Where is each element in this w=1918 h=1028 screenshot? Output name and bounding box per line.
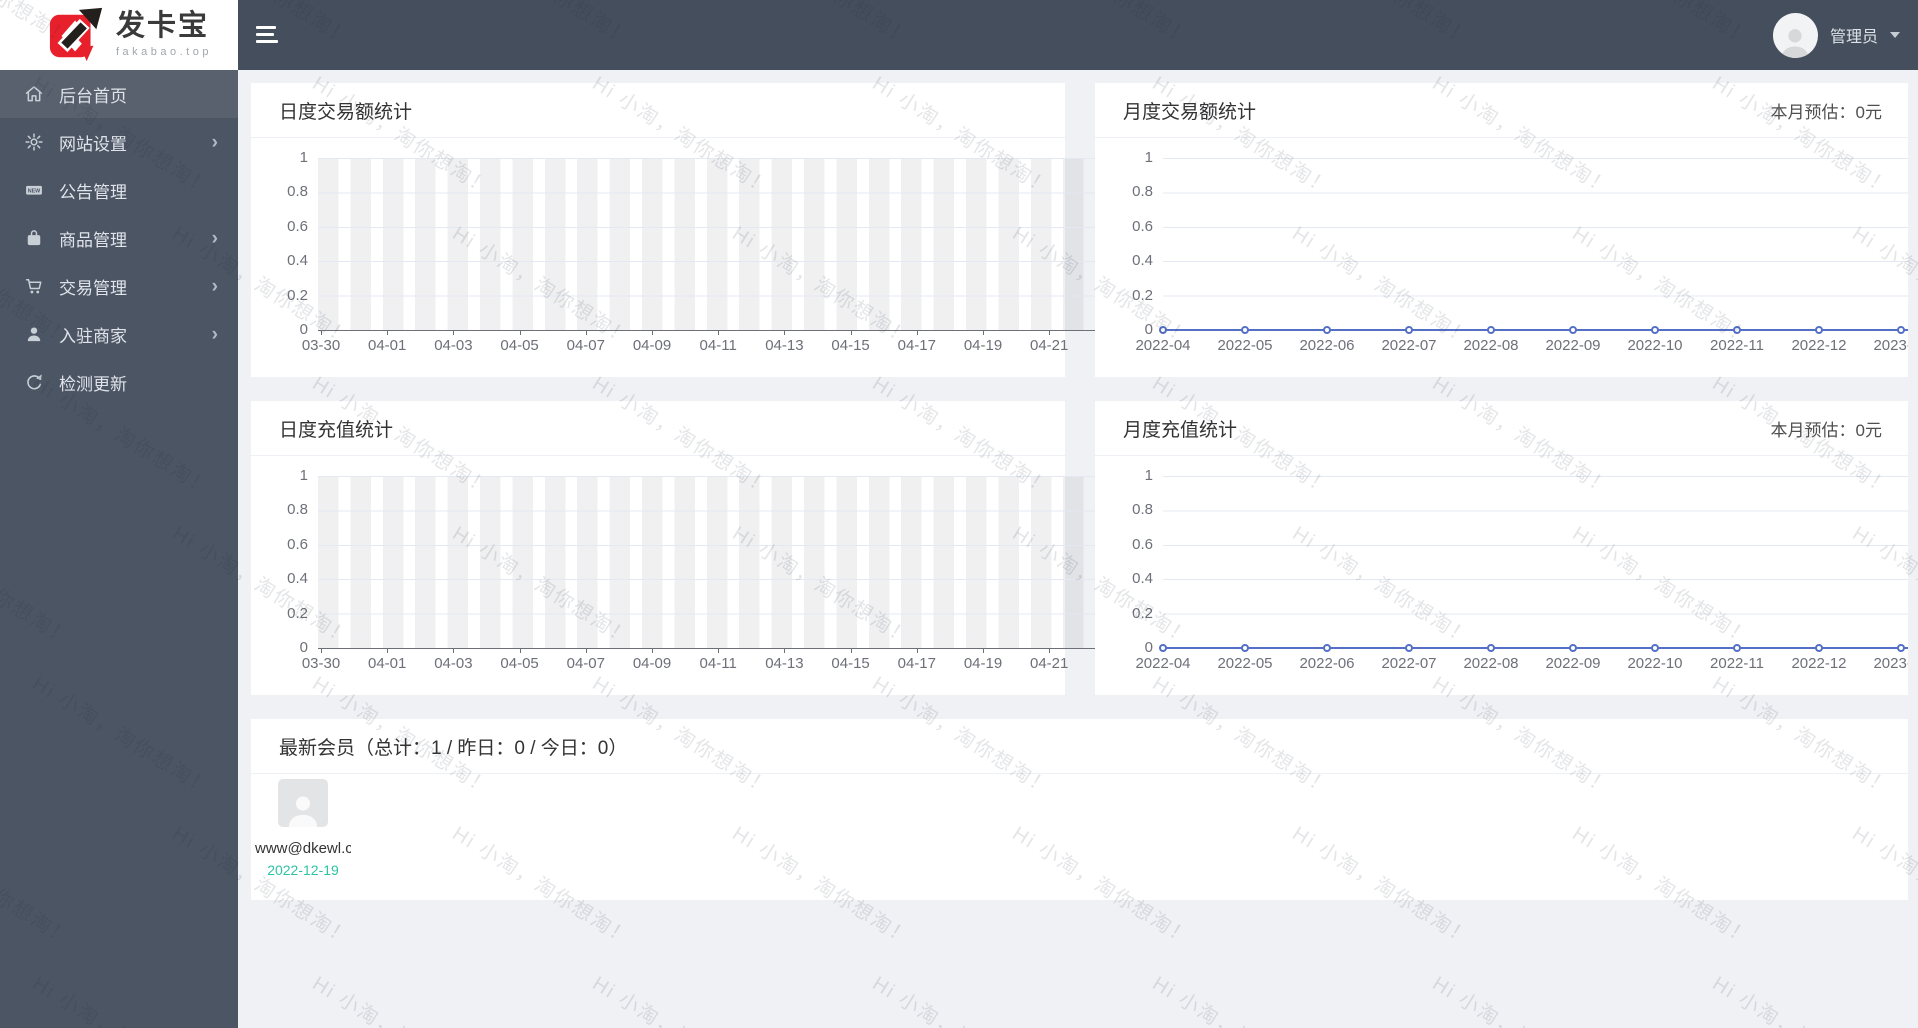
username-label: 管理员 — [1829, 29, 1878, 46]
card-header: 月度交易额统计 本月预估：0元 — [1095, 83, 1908, 138]
sidebar-item-trades[interactable]: 交易管理 › — [0, 262, 238, 310]
card-header: 日度交易额统计 — [251, 83, 1065, 138]
sidebar-item-label: 交易管理 — [59, 278, 127, 298]
sidebar-item-label: 检测更新 — [59, 374, 127, 394]
sidebar-toggle-button[interactable] — [256, 26, 280, 44]
person-icon — [1782, 28, 1809, 58]
daily-trade-card: 日度交易额统计 1 0.8 0.6 0.4 0.2 0 03-30 04-01 04-03 04-… — [251, 83, 1095, 377]
card-title: 月度交易额统计 — [1123, 101, 1257, 123]
latest-members-card: 最新会员（总计：1 / 昨日：0 / 今日：0） www@dkewl.com 2… — [251, 719, 1908, 900]
sidebar-item-label: 后台首页 — [59, 86, 127, 106]
card-header: 月度充值统计 本月预估：0元 — [1095, 401, 1908, 456]
admin-dashboard: 管理员 发卡宝 fakabao.top 后台首页 网站设置 › NEW 公告管理… — [0, 0, 1918, 1028]
monthly-trade-chart-canvas: 1 0.8 0.6 0.4 0.2 0 2022-04 2022-05 2022-06 2022-… — [1132, 149, 1908, 354]
sidebar-item-home[interactable]: 后台首页 — [0, 70, 238, 118]
daily-recharge-chart-canvas: 1 0.8 0.6 0.4 0.2 0 03-30 04-01 04-03 04-05 04-07 0… — [287, 467, 1095, 672]
home-icon — [25, 86, 43, 102]
chevron-right-icon: › — [211, 275, 218, 297]
sidebar-item-label: 网站设置 — [59, 134, 127, 154]
month-estimate-label: 本月预估：0元 — [1770, 420, 1882, 440]
person-icon — [288, 796, 318, 827]
svg-text:NEW: NEW — [28, 188, 41, 194]
bag-icon — [27, 230, 41, 246]
member-item[interactable]: www@dkewl.com 2022-12-19 — [253, 779, 353, 878]
card-title: 月度充值统计 — [1123, 419, 1238, 441]
chevron-right-icon: › — [211, 131, 218, 153]
daily-recharge-card: 日度充值统计 1 0.8 0.6 0.4 0.2 0 03-30 04-01 04-03 04-0… — [251, 401, 1095, 695]
card-title: 日度交易额统计 — [279, 101, 413, 123]
sidebar: 后台首页 网站设置 › NEW 公告管理 商品管理 › 交易管理 › 入驻商家 … — [0, 70, 238, 1028]
new-badge-icon: NEW — [26, 185, 42, 195]
logo[interactable]: 发卡宝 fakabao.top — [0, 0, 238, 70]
card-header: 最新会员（总计：1 / 昨日：0 / 今日：0） — [251, 719, 1908, 774]
monthly-recharge-chart-canvas: 1 0.8 0.6 0.4 0.2 0 2022-04 2022-05 2022-06 2022-… — [1132, 467, 1908, 672]
logo-icon — [49, 7, 103, 62]
sidebar-item-label: 商品管理 — [59, 230, 127, 250]
user-avatar — [1772, 12, 1818, 58]
daily-trade-chart-canvas: 1 0.8 0.6 0.4 0.2 0 03-30 04-01 04-03 04-05 04-07 0… — [287, 149, 1095, 354]
card-header: 日度充值统计 — [251, 401, 1065, 456]
sidebar-item-label: 公告管理 — [59, 182, 127, 202]
monthly-trade-card: 月度交易额统计 本月预估：0元 1 0.8 0.6 0.4 0.2 0 2022-04 202… — [1095, 83, 1908, 377]
member-date: 2022-12-19 — [267, 862, 339, 878]
gear-icon — [25, 133, 43, 151]
hamburger-icon — [256, 26, 276, 29]
logo-domain: fakabao.top — [116, 46, 212, 58]
sidebar-item-merchants[interactable]: 入驻商家 › — [0, 310, 238, 358]
monthly-recharge-card: 月度充值统计 本月预估：0元 1 0.8 0.6 0.4 0.2 0 2022-04 2022… — [1095, 401, 1908, 695]
merchant-icon — [27, 327, 41, 342]
member-avatar — [278, 779, 328, 827]
cart-icon — [25, 279, 42, 294]
user-menu[interactable]: 管理员 — [1765, 0, 1908, 70]
refresh-icon — [27, 374, 42, 390]
sidebar-item-announcements[interactable]: NEW 公告管理 — [0, 166, 238, 214]
card-title: 日度充值统计 — [279, 419, 394, 441]
logo-name: 发卡宝 — [116, 10, 210, 42]
chevron-right-icon: › — [211, 323, 218, 345]
sidebar-item-check-update[interactable]: 检测更新 — [0, 358, 238, 406]
chevron-right-icon: › — [211, 227, 218, 249]
month-estimate-label: 本月预估：0元 — [1770, 102, 1882, 122]
member-email: www@dkewl.com — [255, 840, 351, 857]
sidebar-item-products[interactable]: 商品管理 › — [0, 214, 238, 262]
top-navbar: 管理员 — [0, 0, 1918, 70]
latest-members-title: 最新会员（总计：1 / 昨日：0 / 今日：0） — [279, 737, 628, 759]
chevron-down-icon — [1890, 32, 1900, 38]
sidebar-item-site-settings[interactable]: 网站设置 › — [0, 118, 238, 166]
sidebar-item-label: 入驻商家 — [59, 326, 127, 346]
